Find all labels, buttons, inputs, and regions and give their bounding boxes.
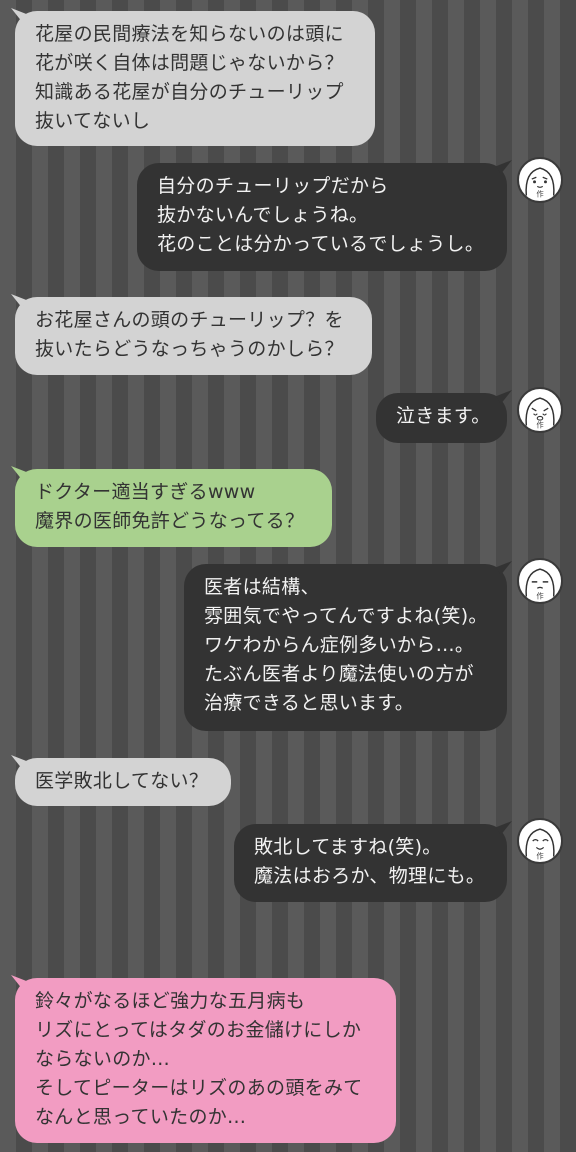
message-line: そしてピーターはリズのあの頭をみて [35, 1077, 363, 1099]
message-line: 魔界の医師免許どうなってる？ [35, 510, 305, 532]
message-line: 花が咲く自体は問題じゃないから？ [35, 52, 344, 74]
message-bubble: ドクター適当すぎるwww 魔界の医師免許どうなってる？ [15, 469, 332, 547]
message-line: 医学敗北してない？ [35, 770, 209, 792]
message-line: 抜かないんでしょうね。 [157, 204, 369, 226]
message-line: たぶん医者より魔法使いの方が [204, 663, 474, 685]
message-line: 花のことは分かっているでしょうし。 [157, 233, 485, 255]
message-line: なんと思っていたのか… [35, 1106, 247, 1128]
message-line: 抜いてないし [35, 110, 151, 132]
svg-text:作: 作 [536, 189, 544, 198]
message-line: ドクター適当すぎるwww [35, 481, 256, 503]
author-avatar-icon: 作 [517, 157, 563, 203]
author-avatar-icon: 作 [517, 558, 563, 604]
message-bubble: 敗北してますね(笑)。 魔法はおろか、物理にも。 [234, 824, 507, 902]
message-line: 治療できると思います。 [204, 692, 415, 714]
message-bubble: 自分のチューリップだから 抜かないんでしょうね。 花のことは分かっているでしょう… [137, 163, 507, 271]
message-line: お花屋さんの頭のチューリップ？を [35, 309, 344, 331]
message-line: 敗北してますね(笑)。 [254, 836, 442, 858]
message-line: 泣きます。 [396, 405, 491, 427]
svg-text:作: 作 [536, 420, 544, 429]
message-bubble: 鈴々がなるほど強力な五月病も リズにとってはタダのお金儲けにしか ならないのか…… [15, 978, 396, 1143]
message-line: 雰囲気でやってんですよね(笑)。 [204, 605, 488, 627]
svg-text:作: 作 [536, 591, 544, 600]
message-line: 抜いたらどうなっちゃうのかしら？ [35, 338, 344, 360]
message-bubble: 医者は結構、 雰囲気でやってんですよね(笑)。 ワケわからん症例多いから…。 た… [184, 564, 507, 731]
svg-text:作: 作 [536, 851, 544, 860]
message-line: 医者は結構、 [204, 576, 320, 598]
message-line: ならないのか… [35, 1048, 171, 1070]
message-line: 花屋の民間療法を知らないのは頭に [35, 23, 344, 45]
message-bubble: お花屋さんの頭のチューリップ？を 抜いたらどうなっちゃうのかしら？ [15, 297, 372, 375]
author-avatar-icon: 作 [517, 387, 563, 433]
message-line: ワケわからん症例多いから…。 [204, 634, 475, 656]
author-avatar-icon: 作 [517, 818, 563, 864]
message-line: 鈴々がなるほど強力な五月病も [35, 990, 306, 1012]
message-bubble: 医学敗北してない？ [15, 758, 231, 806]
message-bubble: 泣きます。 [376, 393, 507, 443]
message-bubble: 花屋の民間療法を知らないのは頭に 花が咲く自体は問題じゃないから？ 知識ある花屋… [15, 11, 375, 146]
message-line: 自分のチューリップだから [157, 175, 389, 197]
message-line: 魔法はおろか、物理にも。 [254, 865, 486, 887]
message-line: リズにとってはタダのお金儲けにしか [35, 1019, 362, 1041]
message-line: 知識ある花屋が自分のチューリップ [35, 81, 344, 103]
